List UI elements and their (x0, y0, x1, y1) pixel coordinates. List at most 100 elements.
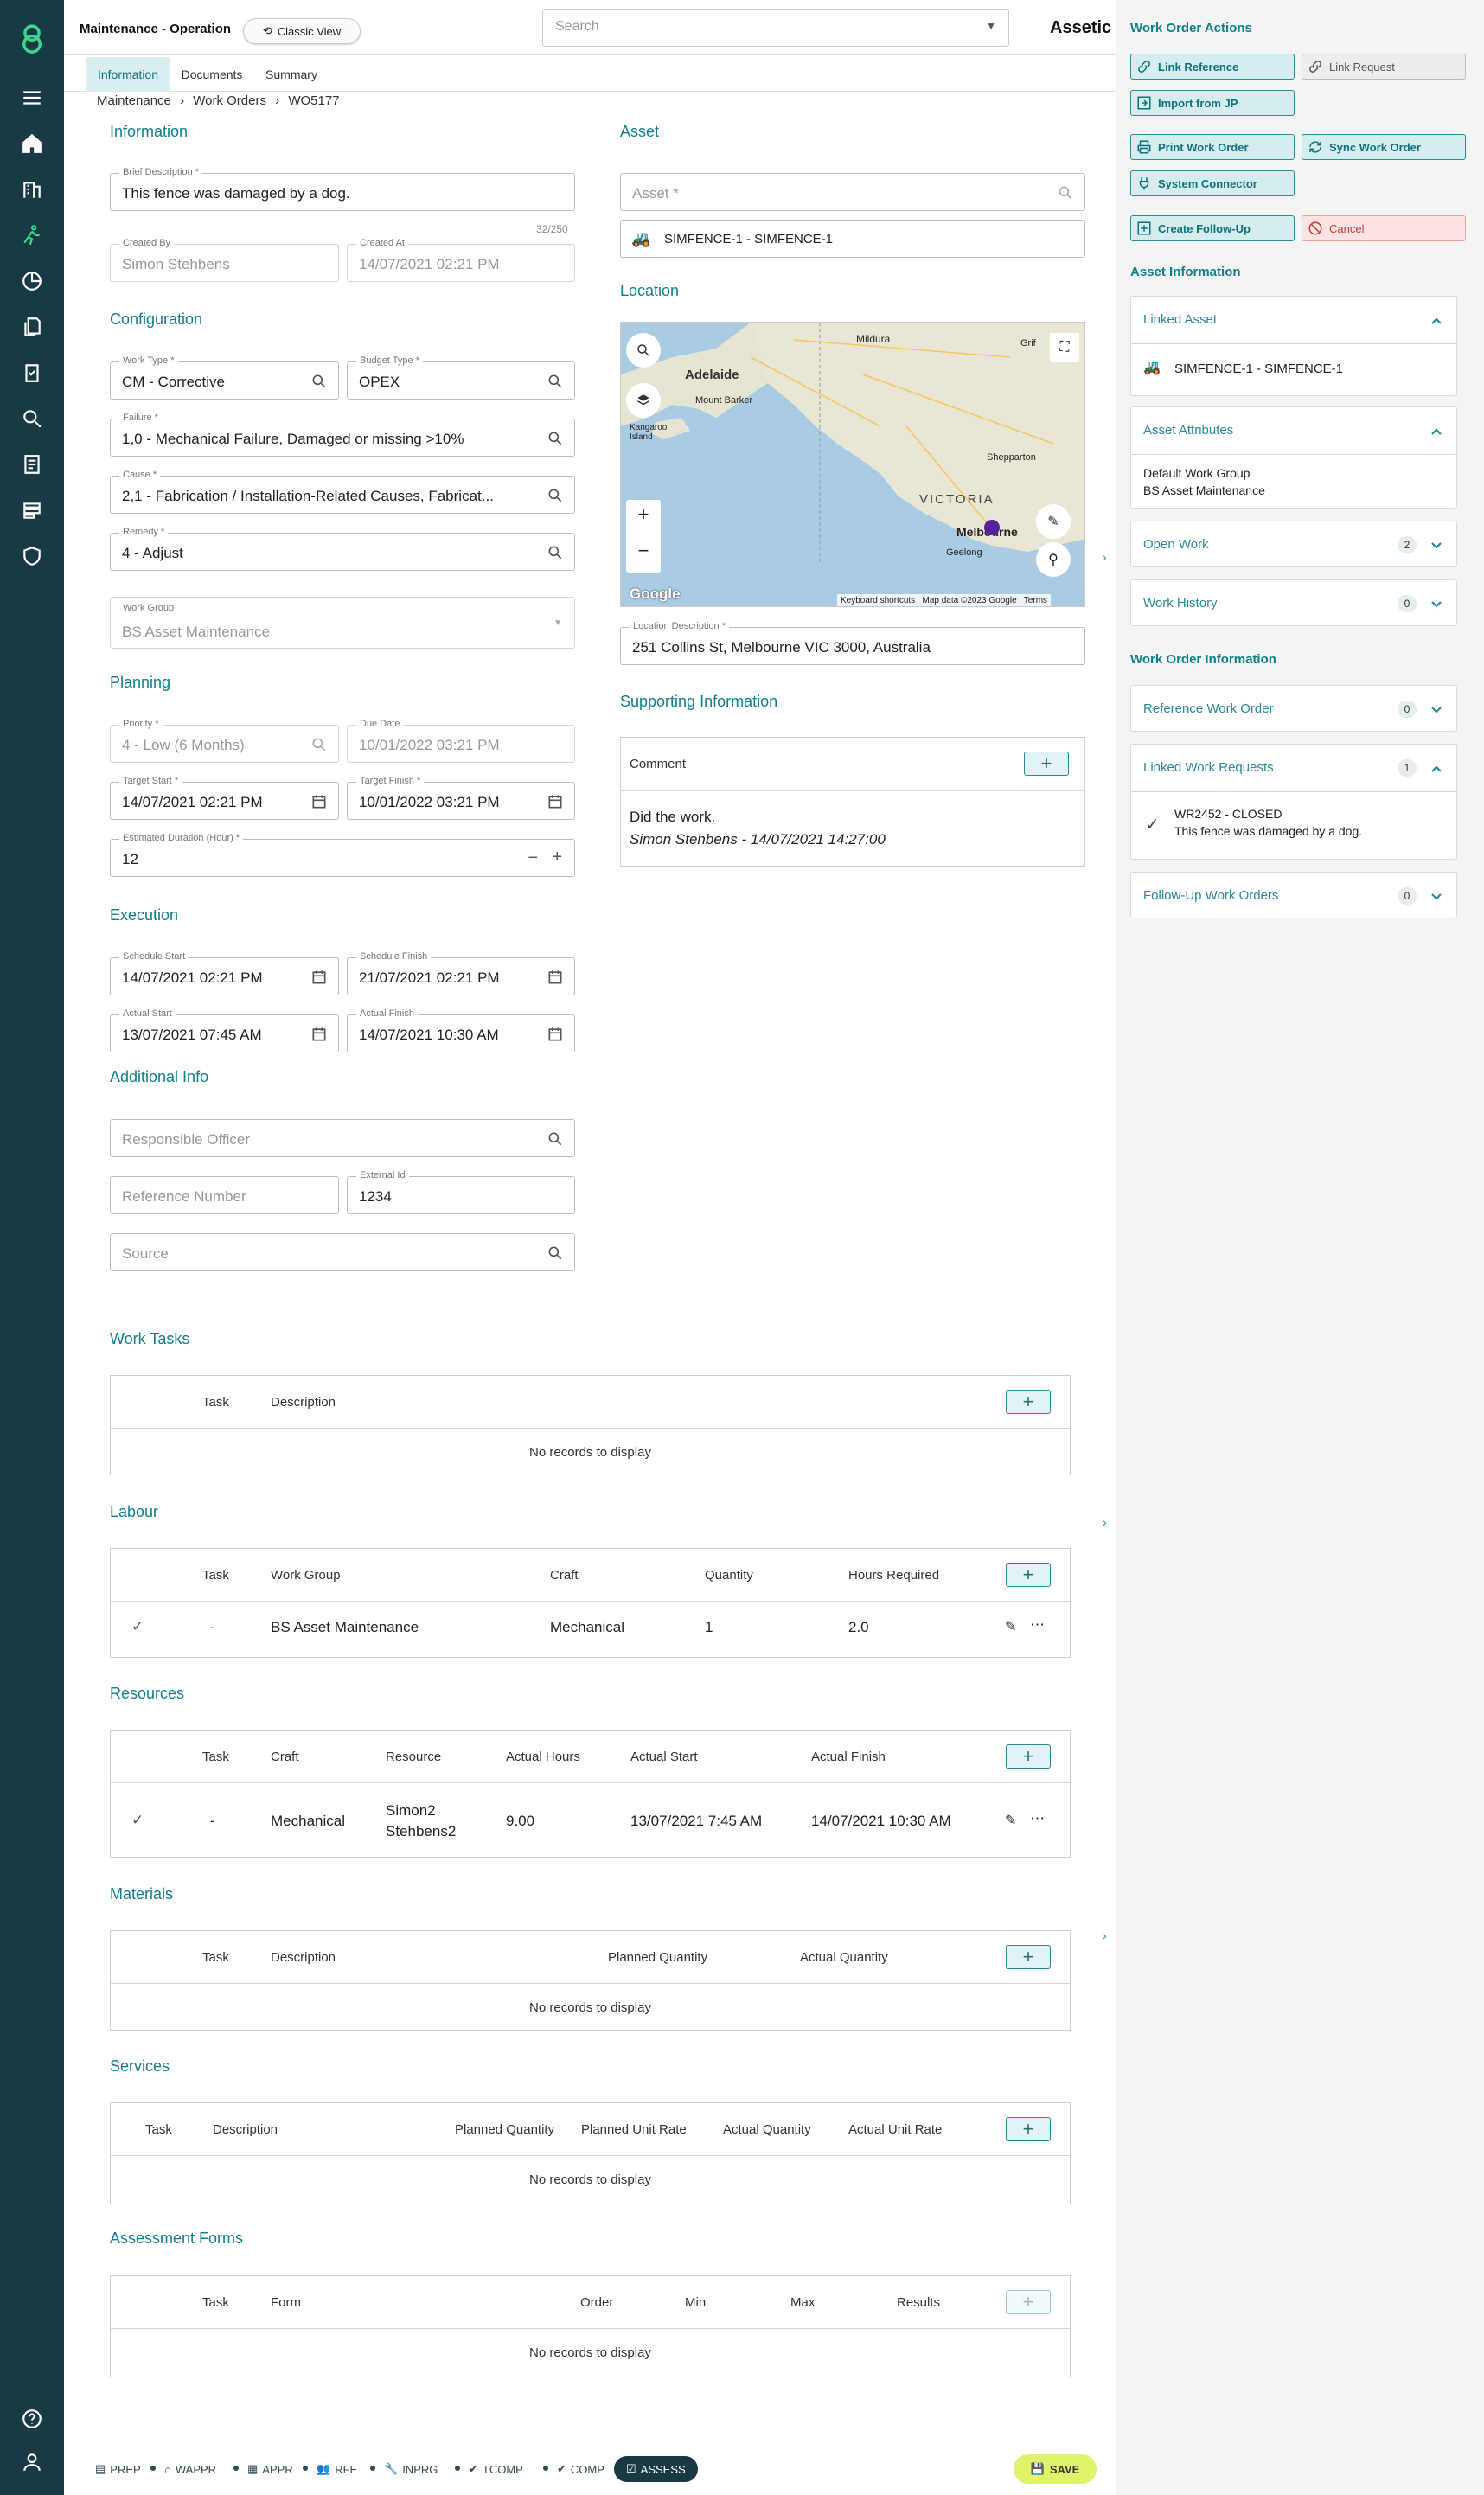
estimated-duration-field[interactable]: Estimated Duration (Hour) * 12 − + (110, 833, 575, 877)
edit-pencil-icon[interactable]: ✎ (1005, 1812, 1016, 1829)
maintenance-worker-icon[interactable] (19, 222, 45, 248)
search-icon[interactable] (547, 487, 564, 504)
save-button[interactable]: 💾 SAVE (1014, 2454, 1097, 2484)
breadcrumb-maintenance[interactable]: Maintenance (97, 93, 171, 108)
link-request-button[interactable]: Link Request (1302, 54, 1466, 80)
tab-information[interactable]: Information (86, 57, 170, 92)
calendar-icon[interactable] (310, 1026, 328, 1043)
search-icon[interactable] (547, 1244, 564, 1262)
data-icon[interactable] (19, 497, 45, 523)
home-icon[interactable] (19, 131, 45, 157)
location-pin-icon[interactable]: ⚲ (1036, 542, 1071, 577)
calendar-icon[interactable] (547, 969, 564, 986)
status-appr[interactable]: ▦ APPR (247, 2456, 293, 2482)
chevron-up-icon[interactable] (1430, 425, 1442, 437)
actual-start-field[interactable]: Actual Start 13/07/2021 07:45 AM (110, 1008, 339, 1052)
reference-number-field[interactable]: Reference Number (110, 1176, 339, 1214)
external-id-field[interactable]: External Id 1234 (347, 1170, 575, 1214)
chevron-right-icon[interactable]: › (1103, 1515, 1107, 1529)
search-icon[interactable] (547, 544, 564, 561)
increment-icon[interactable]: + (552, 848, 562, 867)
link-reference-button[interactable]: Link Reference (1130, 54, 1295, 80)
target-start-field[interactable]: Target Start * 14/07/2021 02:21 PM (110, 776, 339, 820)
calendar-icon[interactable] (547, 1026, 564, 1043)
chevron-down-icon[interactable] (1430, 539, 1442, 551)
work-history-card[interactable]: Work History 0 (1130, 579, 1457, 626)
zoom-out-icon[interactable]: − (626, 540, 661, 562)
search-input[interactable]: Search ▼ (542, 9, 1009, 47)
shield-icon[interactable] (19, 543, 45, 569)
chevron-down-icon[interactable] (1430, 890, 1442, 902)
breadcrumb-work-orders[interactable]: Work Orders (193, 93, 266, 108)
sync-work-order-button[interactable]: Sync Work Order (1302, 134, 1466, 160)
status-assess[interactable]: ☑ ASSESS (614, 2456, 698, 2482)
schedule-start-field[interactable]: Schedule Start 14/07/2021 02:21 PM (110, 951, 339, 995)
add-labour-button[interactable]: + (1006, 1563, 1051, 1587)
search-icon[interactable] (547, 430, 564, 447)
open-work-card[interactable]: Open Work 2 (1130, 521, 1457, 567)
status-comp[interactable]: ✔ COMP (557, 2456, 604, 2482)
search-nav-icon[interactable] (19, 406, 45, 432)
status-inprg[interactable]: 🔧 INPRG (384, 2456, 438, 2482)
source-field[interactable]: Source (110, 1233, 575, 1271)
location-map[interactable]: Mildura Adelaide Mount Barker Kangaroo I… (620, 322, 1085, 607)
documents-icon[interactable] (19, 314, 45, 340)
decrement-icon[interactable]: − (528, 848, 538, 868)
zoom-in-icon[interactable]: + (626, 503, 661, 526)
fullscreen-icon[interactable]: ⛶ (1050, 333, 1079, 362)
print-work-order-button[interactable]: Print Work Order (1130, 134, 1295, 160)
cancel-button[interactable]: Cancel (1302, 215, 1466, 241)
selected-asset-chip[interactable]: 🚜 SIMFENCE-1 - SIMFENCE-1 (620, 220, 1085, 258)
brief-description-field[interactable]: Brief Description * This fence was damag… (110, 167, 575, 211)
follow-up-work-orders-card[interactable]: Follow-Up Work Orders 0 (1130, 872, 1457, 918)
chevron-down-icon[interactable] (1430, 703, 1442, 715)
more-options-icon[interactable]: ⋯ (1030, 1616, 1045, 1634)
search-icon[interactable] (1057, 184, 1074, 202)
chevron-up-icon[interactable] (1430, 314, 1442, 326)
building-icon[interactable] (19, 176, 45, 202)
responsible-officer-field[interactable]: Responsible Officer (110, 1119, 575, 1157)
search-icon[interactable] (547, 1130, 564, 1148)
reference-work-order-card[interactable]: Reference Work Order 0 (1130, 685, 1457, 732)
classic-view-button[interactable]: ⟲ Classic View (243, 18, 361, 44)
status-prep[interactable]: ▤ PREP (95, 2456, 141, 2482)
reports-icon[interactable] (19, 451, 45, 477)
tab-summary[interactable]: Summary (256, 57, 327, 92)
add-material-button[interactable]: + (1006, 1945, 1051, 1969)
location-description-field[interactable]: Location Description * 251 Collins St, M… (620, 621, 1085, 665)
card-header[interactable]: Linked Asset (1143, 312, 1217, 327)
work-request-title[interactable]: WR2452 - CLOSED (1174, 807, 1282, 821)
clipboard-check-icon[interactable] (19, 360, 45, 386)
asset-search-field[interactable]: Asset * (620, 173, 1085, 211)
map-layers-icon[interactable] (626, 383, 661, 418)
target-finish-field[interactable]: Target Finish * 10/01/2022 03:21 PM (347, 776, 575, 820)
budget-type-field[interactable]: Budget Type * OPEX (347, 355, 575, 400)
chevron-right-icon[interactable]: › (1103, 1929, 1107, 1942)
finance-icon[interactable] (19, 268, 45, 294)
help-icon[interactable] (19, 2406, 45, 2432)
chevron-down-icon[interactable] (1430, 598, 1442, 610)
card-header[interactable]: Linked Work Requests (1143, 760, 1274, 775)
import-from-jp-button[interactable]: Import from JP (1130, 90, 1295, 116)
more-options-icon[interactable]: ⋯ (1030, 1810, 1045, 1827)
map-search-icon[interactable] (626, 333, 661, 368)
actual-finish-field[interactable]: Actual Finish 14/07/2021 10:30 AM (347, 1008, 575, 1052)
calendar-icon[interactable] (547, 793, 564, 810)
add-work-task-button[interactable]: + (1006, 1390, 1051, 1414)
status-rfe[interactable]: 👥 RFE (317, 2456, 357, 2482)
tab-documents[interactable]: Documents (175, 57, 249, 92)
user-profile-icon[interactable] (19, 2449, 45, 2475)
schedule-finish-field[interactable]: Schedule Finish 21/07/2021 02:21 PM (347, 951, 575, 995)
create-follow-up-button[interactable]: Create Follow-Up (1130, 215, 1295, 241)
work-type-field[interactable]: Work Type * CM - Corrective (110, 355, 339, 400)
calendar-icon[interactable] (310, 793, 328, 810)
status-tcomp[interactable]: ✔ TCOMP (469, 2456, 523, 2482)
remedy-field[interactable]: Remedy * 4 - Adjust (110, 527, 575, 571)
linked-asset-value[interactable]: SIMFENCE-1 - SIMFENCE-1 (1174, 361, 1343, 376)
map-terms-link[interactable]: Terms (1024, 596, 1047, 605)
app-logo-icon[interactable] (17, 21, 47, 55)
search-icon[interactable] (547, 373, 564, 390)
menu-icon[interactable] (19, 85, 45, 111)
add-resource-button[interactable]: + (1006, 1744, 1051, 1769)
map-pin-marker[interactable] (984, 520, 1000, 535)
